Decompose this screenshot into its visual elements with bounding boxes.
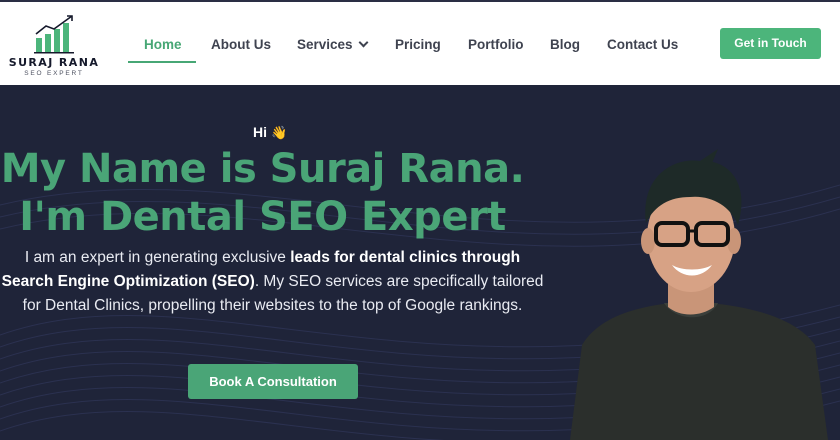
site-header: SURAJ RANA SEO EXPERT Home About Us Serv… (0, 2, 840, 85)
nav-contact-us[interactable]: Contact Us (607, 37, 678, 52)
chevron-down-icon (358, 37, 369, 48)
hero-description: I am an expert in generating exclusive l… (0, 246, 545, 318)
nav-services[interactable]: Services (297, 37, 369, 52)
get-in-touch-button[interactable]: Get in Touch (720, 28, 821, 59)
nav-home[interactable]: Home (144, 37, 182, 52)
waving-hand-icon: 👋 (271, 125, 288, 140)
nav-portfolio[interactable]: Portfolio (468, 37, 524, 52)
hero-headline: My Name is Suraj Rana. I'm Dental SEO Ex… (0, 145, 525, 241)
active-nav-indicator (128, 61, 196, 63)
nav-pricing[interactable]: Pricing (395, 37, 441, 52)
greeting-text: Hi (253, 124, 267, 140)
greeting: Hi 👋 (253, 124, 287, 141)
book-consultation-button[interactable]: Book A Consultation (188, 364, 358, 399)
main-nav: Home About Us Services Pricing Portfolio… (0, 4, 700, 87)
profile-photo (570, 149, 828, 440)
nav-services-label: Services (297, 37, 353, 52)
desc-text-1: I am an expert in generating exclusive (24, 249, 291, 266)
nav-blog[interactable]: Blog (550, 37, 580, 52)
hero-section: Hi 👋 My Name is Suraj Rana. I'm Dental SE… (0, 85, 840, 440)
headline-line-2: I'm Dental SEO Expert (19, 194, 506, 240)
headline-line-1: My Name is Suraj Rana. (0, 146, 525, 192)
nav-about-us[interactable]: About Us (211, 37, 271, 52)
